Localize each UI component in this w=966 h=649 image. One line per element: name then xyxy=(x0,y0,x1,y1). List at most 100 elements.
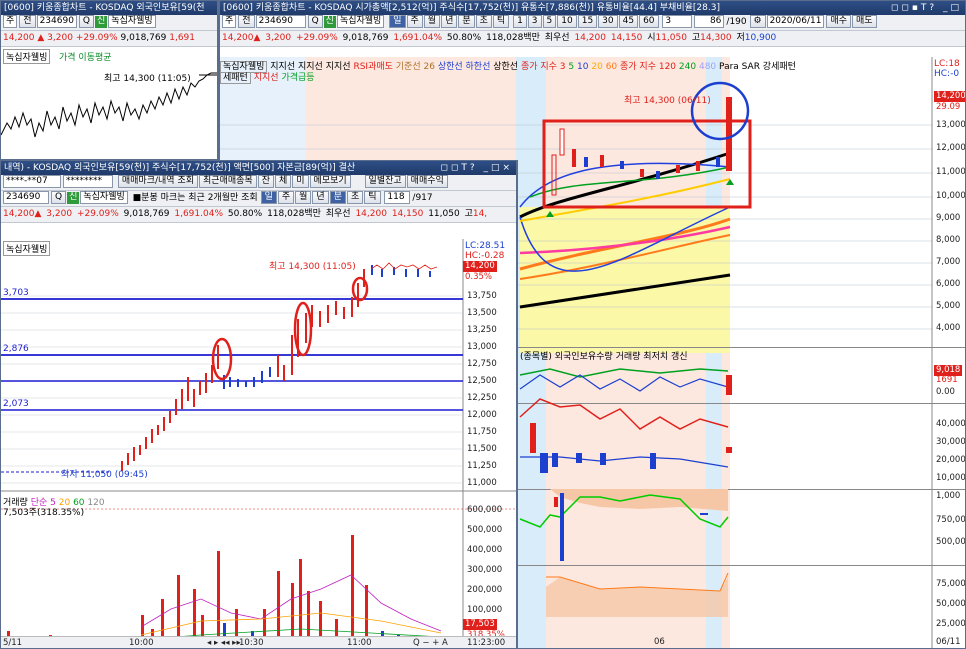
password-input[interactable]: ******** xyxy=(63,175,113,188)
new-icon: 신 xyxy=(323,15,336,28)
axis-label: 13,250 xyxy=(467,325,497,335)
lc-label: LC:18 xyxy=(934,59,960,69)
tab-second[interactable]: 초 xyxy=(346,191,364,204)
vol-rate: 1,691 xyxy=(169,33,195,43)
axis-label: 20,000 xyxy=(936,455,966,465)
interval-60[interactable]: 60 xyxy=(639,15,659,28)
tab-year[interactable]: 년 xyxy=(441,15,458,28)
low: 10,900 xyxy=(744,33,777,43)
tab-tick[interactable]: 틱 xyxy=(492,15,510,28)
daily-balance-button[interactable]: 일별잔고 xyxy=(364,175,406,188)
window-controls-icon[interactable]: ◻◻T? _□× xyxy=(440,161,513,175)
window-controls-icon[interactable]: ◻◻▪T? _□ xyxy=(891,1,962,15)
tab-month[interactable]: 월 xyxy=(295,191,312,204)
scroll-controls-icon[interactable]: ◂ ▸ ◂◂ ▸▸ xyxy=(207,638,241,648)
rate: +29.09% xyxy=(295,33,338,43)
hc-label: HC:-0 xyxy=(934,69,960,79)
window2-title: [0600] 키움종합차트 - KOSDAQ 시가총액[2,512(억)] 주식… xyxy=(223,3,720,13)
tool-icon[interactable]: ⚙ xyxy=(749,15,766,28)
recent-button[interactable]: 최근매매종목 xyxy=(199,175,257,188)
tab-second[interactable]: 초 xyxy=(475,15,492,28)
stock-name: 녹십자웰빙 xyxy=(80,191,128,204)
time-axis[interactable]: 5/11 10:00 10:30 11:00 11:23:00 ◂ ▸ ◂◂ ▸… xyxy=(1,636,516,648)
profit-button[interactable]: 매매수익 xyxy=(406,175,448,188)
sub-legend-2: 외국인보유수량 xyxy=(554,352,613,362)
unfilled-button[interactable]: 미 xyxy=(292,175,309,188)
axis-label: 0.00 xyxy=(936,387,955,397)
high-note: 최고 14,300 (06/11) xyxy=(624,96,711,106)
axis-label: 400,000 xyxy=(467,545,503,555)
prev-button[interactable]: 전 xyxy=(19,15,36,28)
rate: +29.09% xyxy=(76,209,119,219)
buy-button[interactable]: 매수 xyxy=(826,15,852,28)
tab-minute[interactable]: 분 xyxy=(458,15,475,28)
code-input[interactable]: 234690 xyxy=(36,15,77,28)
date-input[interactable]: 2020/06/11 xyxy=(766,15,825,28)
trade-mark-button[interactable]: 매매마크/내역 조회 xyxy=(117,175,199,188)
support-line-label: 2,876 xyxy=(3,344,29,354)
interval-1[interactable]: 1 xyxy=(513,15,527,28)
volume-tag: 17,503 xyxy=(463,619,497,630)
exec-button[interactable]: 체 xyxy=(274,175,292,188)
stock-name: 녹십자웰빙 xyxy=(108,15,156,28)
search-icon[interactable]: Q xyxy=(51,191,67,204)
sub-legend-3: 거래량 최저치 갱신 xyxy=(615,352,688,362)
count-input[interactable]: 118 xyxy=(384,191,411,204)
count-input[interactable]: 86 xyxy=(694,15,725,28)
interval-select[interactable]: 3 xyxy=(662,15,693,28)
change: 3,200 xyxy=(47,33,73,43)
best-label: 최우선 xyxy=(325,209,351,219)
interval-45[interactable]: 45 xyxy=(618,15,639,28)
tab-week[interactable]: 주 xyxy=(406,15,423,28)
window2-titlebar[interactable]: [0600] 키움종합차트 - KOSDAQ 시가총액[2,512(억)] 주식… xyxy=(220,1,965,15)
axis-label: 600,000 xyxy=(467,505,503,515)
code-input[interactable]: 234690 xyxy=(3,191,49,204)
axis-label: 8,000 xyxy=(936,235,961,245)
vol-rate: 1,691.04% xyxy=(174,209,223,219)
interval-30[interactable]: 30 xyxy=(598,15,618,28)
zoom-icon[interactable]: Q − + A xyxy=(413,638,448,648)
legend-5: 5 xyxy=(568,62,575,72)
window2-toolbar: 주 전 234690 Q 신 녹십자웰빙 일주월년분초틱 1 3 5 10 15 30 45 60 38… xyxy=(220,15,965,31)
prev-button[interactable]: 전 xyxy=(238,15,255,28)
window1-titlebar[interactable]: [0600] 키움종합차트 - KOSDAQ 외국인보유[59(천 xyxy=(1,1,217,15)
tab-month[interactable]: 월 xyxy=(423,15,441,28)
period-select[interactable]: 주 xyxy=(3,15,18,28)
memo-button[interactable]: 메모보기 xyxy=(309,175,351,188)
tab-day[interactable]: 일 xyxy=(389,15,406,28)
price: 14,200 xyxy=(222,33,254,43)
window3-account-bar: ****-**07 ******** 매매마크/내역 조회 최근매매종목 잔 체 미 메모보… xyxy=(1,175,516,191)
axis-label: 12,500 xyxy=(467,376,497,386)
account-input[interactable]: ****-**07 xyxy=(3,175,61,188)
price-tag: 14,200 xyxy=(463,261,497,272)
interval-3[interactable]: 3 xyxy=(527,15,542,28)
tab-week[interactable]: 주 xyxy=(277,191,295,204)
interval-10[interactable]: 10 xyxy=(557,15,577,28)
tab-day[interactable]: 일 xyxy=(260,191,277,204)
code-input[interactable]: 234690 xyxy=(255,15,306,28)
search-icon[interactable]: Q xyxy=(78,15,95,28)
axis-label: 12,250 xyxy=(467,393,497,403)
tab-tick[interactable]: 틱 xyxy=(364,191,381,204)
low-label: 저 xyxy=(736,33,745,43)
interval-5[interactable]: 5 xyxy=(542,15,557,28)
bid2: 14,150 xyxy=(610,33,643,43)
interval-15[interactable]: 15 xyxy=(577,15,598,28)
axis-label: 9,000 xyxy=(936,213,961,223)
balance-button[interactable]: 잔 xyxy=(257,175,274,188)
window3-chart[interactable]: 녹십자웰빙 LC:28.51 HC:-0.28 14,200 0.35% 최고 … xyxy=(1,239,516,648)
tab-minute[interactable]: 분 xyxy=(329,191,346,204)
period-select[interactable]: 주 xyxy=(222,15,237,28)
x-label: 06 xyxy=(654,637,665,647)
tab-year[interactable]: 년 xyxy=(312,191,329,204)
sell-button[interactable]: 매도 xyxy=(852,15,877,28)
lc-label: LC:28.51 xyxy=(465,241,506,251)
window3-titlebar[interactable]: 내역) - KOSDAQ 외국인보유[59(천)] 주식수[17,752(천)]… xyxy=(1,161,516,175)
window1-price-line xyxy=(1,72,217,138)
search-icon[interactable]: Q xyxy=(307,15,323,28)
window1-chart[interactable]: 녹십자웰빙 가격 이동평균 최고 14,300 (11:05) xyxy=(1,47,217,159)
chart-window-3: 내역) - KOSDAQ 외국인보유[59(천)] 주식수[17,752(천)]… xyxy=(0,160,518,649)
high-label: 고 xyxy=(691,33,701,43)
amount: 118,028백만 xyxy=(267,209,321,219)
legend-rsi: RSI과매도 xyxy=(353,62,393,72)
